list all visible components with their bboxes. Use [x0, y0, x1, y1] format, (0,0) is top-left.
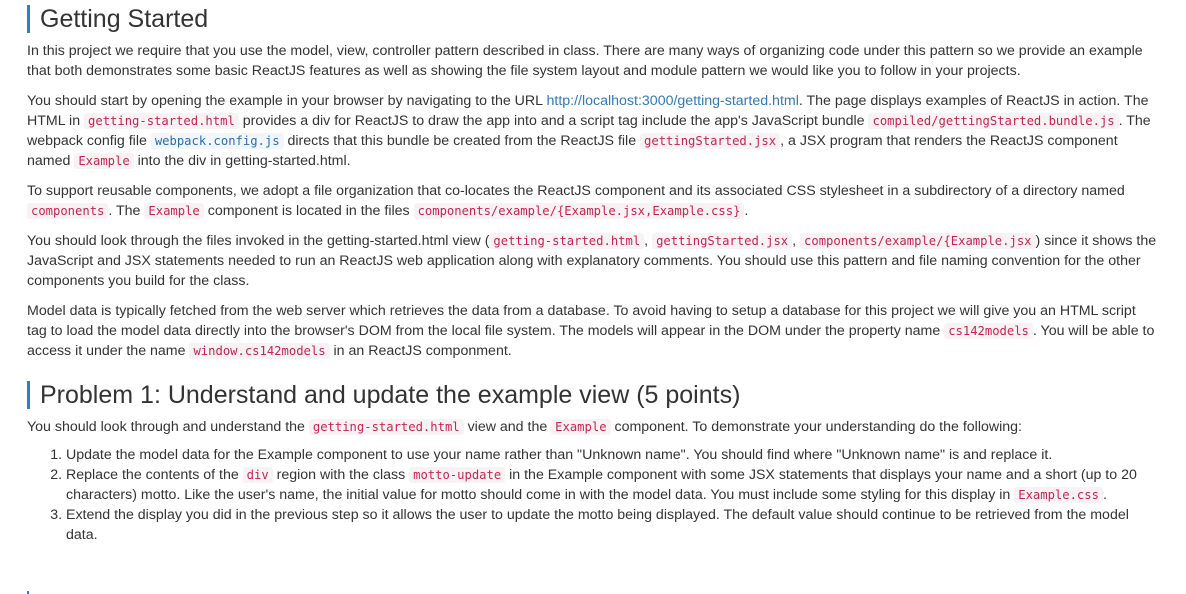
- section-heading-getting-started: Getting Started: [27, 5, 1159, 33]
- section-heading-problem-1: Problem 1: Understand and update the exa…: [27, 381, 1159, 409]
- code-example-css: Example.css: [1014, 487, 1103, 503]
- text: You should look through the files invoke…: [27, 233, 490, 249]
- code-div: div: [242, 467, 273, 483]
- text: view and the: [463, 419, 552, 435]
- text: component is located in the files: [203, 203, 414, 219]
- code-example-jsx: components/example/{Example.jsx: [800, 233, 1036, 249]
- code-getting-started-html: getting-started.html: [84, 113, 239, 129]
- text: . The: [108, 203, 145, 219]
- list-item: Extend the display you did in the previo…: [66, 505, 1159, 545]
- paragraph-look-through: You should look through the files invoke…: [27, 231, 1159, 291]
- code-getting-started-jsx: gettingStarted.jsx: [640, 133, 781, 149]
- text: component. To demonstrate your understan…: [610, 419, 1022, 435]
- text: provides a div for ReactJS to draw the a…: [238, 113, 869, 129]
- text: in an ReactJS componment.: [329, 343, 512, 359]
- code-cs142models: cs142models: [944, 323, 1033, 339]
- list-item: Update the model data for the Example co…: [66, 445, 1159, 465]
- paragraph-components: To support reusable components, we adopt…: [27, 181, 1159, 221]
- text: region with the class: [272, 467, 410, 483]
- text: .: [1102, 487, 1107, 503]
- text: .: [744, 203, 749, 219]
- code-getting-started-jsx: gettingStarted.jsx: [652, 233, 793, 249]
- code-example-files: components/example/{Example.jsx,Example.…: [413, 203, 745, 219]
- paragraph-start-example: You should start by opening the example …: [27, 91, 1159, 171]
- code-bundle-js: compiled/gettingStarted.bundle.js: [868, 113, 1119, 129]
- text: You should start by opening the example …: [27, 93, 547, 109]
- text: ,: [792, 233, 801, 249]
- code-window-cs142models: window.cs142models: [189, 343, 330, 359]
- code-getting-started-html: getting-started.html: [308, 419, 464, 435]
- paragraph-problem-intro: You should look through and understand t…: [27, 417, 1159, 437]
- code-getting-started-html: getting-started.html: [489, 233, 645, 249]
- localhost-link[interactable]: http://localhost:3000/getting-started.ht…: [546, 93, 798, 109]
- code-motto-update: motto-update: [409, 467, 506, 483]
- code-components: components: [27, 203, 109, 219]
- task-list: Update the model data for the Example co…: [27, 445, 1159, 545]
- text: You should look through and understand t…: [27, 419, 309, 435]
- code-webpack-config: webpack.config.js: [150, 133, 284, 149]
- paragraph-intro: In this project we require that you use …: [27, 43, 1143, 79]
- text: To support reusable components, we adopt…: [27, 183, 1125, 199]
- code-example: Example: [74, 153, 134, 169]
- list-item: Replace the contents of the div region w…: [66, 465, 1159, 505]
- paragraph-model-data: Model data is typically fetched from the…: [27, 301, 1159, 361]
- code-example: Example: [551, 419, 611, 435]
- text: ,: [644, 233, 653, 249]
- code-example: Example: [144, 203, 204, 219]
- text: directs that this bundle be created from…: [283, 133, 641, 149]
- text: into the div in getting-started.html.: [133, 153, 351, 169]
- document-page: Getting Started In this project we requi…: [0, 5, 1186, 594]
- text: Replace the contents of the: [66, 467, 243, 483]
